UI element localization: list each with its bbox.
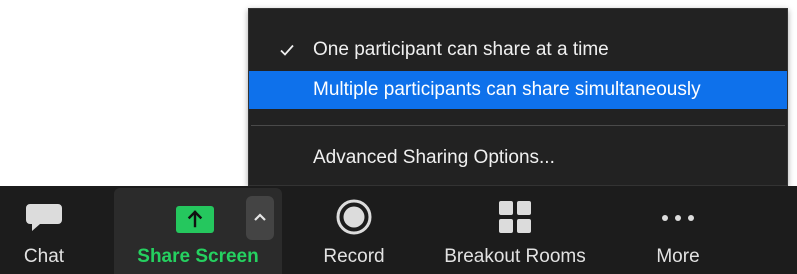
chevron-up-icon: [253, 209, 267, 227]
breakout-rooms-label: Breakout Rooms: [444, 246, 586, 267]
share-options-toggle[interactable]: [246, 196, 274, 240]
menu-divider: [251, 125, 785, 126]
breakout-rooms-icon: [498, 200, 532, 239]
menu-item-one-participant[interactable]: One participant can share at a time: [249, 31, 787, 69]
menu-item-advanced-sharing[interactable]: Advanced Sharing Options...: [249, 139, 787, 177]
more-button[interactable]: More: [630, 186, 726, 274]
record-button[interactable]: Record: [308, 186, 400, 274]
chat-icon: [24, 201, 64, 238]
share-screen-label: Share Screen: [137, 246, 259, 267]
checkmark-icon: [279, 31, 295, 69]
record-icon: [334, 197, 374, 242]
share-screen-icon: [176, 205, 214, 233]
chat-label: Chat: [23, 246, 65, 267]
menu-item-label: Multiple participants can share simultan…: [313, 79, 701, 100]
menu-item-multiple-participants[interactable]: Multiple participants can share simultan…: [249, 71, 787, 109]
menu-item-label: Advanced Sharing Options...: [313, 147, 555, 168]
more-icon: [660, 210, 696, 228]
menu-item-label: One participant can share at a time: [313, 39, 609, 60]
record-label: Record: [323, 246, 385, 267]
meeting-toolbar: Chat Share Screen Record Breakout Rooms …: [0, 186, 797, 274]
zoom-share-options-screen: One participant can share at a time Mult…: [0, 0, 797, 274]
share-options-menu: One participant can share at a time Mult…: [248, 8, 788, 186]
breakout-rooms-button[interactable]: Breakout Rooms: [424, 186, 606, 274]
chat-button[interactable]: Chat: [8, 186, 80, 274]
more-label: More: [656, 246, 700, 267]
